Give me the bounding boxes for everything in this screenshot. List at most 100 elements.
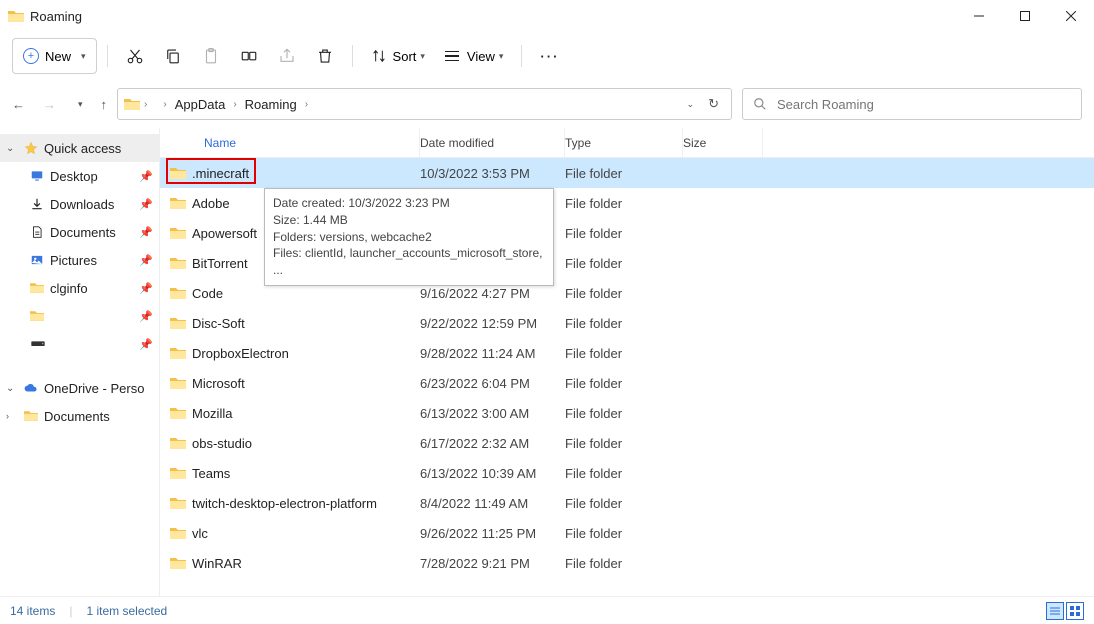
forward-button: → [43, 97, 56, 112]
pin-icon: 📌 [139, 338, 153, 351]
sidebar-item[interactable]: Documents📌 [0, 218, 159, 246]
table-row[interactable]: Disc-Soft9/22/2022 12:59 PMFile folder [160, 308, 1094, 338]
file-date: 6/13/2022 3:00 AM [420, 406, 565, 421]
sidebar-item-quick-access[interactable]: ⌄ Quick access [0, 134, 159, 162]
file-date: 6/23/2022 6:04 PM [420, 376, 565, 391]
chevron-right-icon: › [233, 99, 236, 110]
sidebar-item-label: Documents [50, 225, 116, 240]
file-name: BitTorrent [192, 256, 248, 271]
chevron-right-icon: › [305, 99, 308, 110]
file-date: 9/26/2022 11:25 PM [420, 526, 565, 541]
file-type: File folder [565, 346, 683, 361]
sidebar-item[interactable]: 📌 [0, 302, 159, 330]
table-row[interactable]: Microsoft6/23/2022 6:04 PMFile folder [160, 368, 1094, 398]
refresh-button[interactable]: ↻ [708, 96, 719, 112]
pin-icon: 📌 [139, 198, 153, 211]
file-type: File folder [565, 436, 683, 451]
file-type: File folder [565, 376, 683, 391]
sidebar-item[interactable]: clginfo 📌 [0, 274, 159, 302]
view-button[interactable]: View ▾ [437, 38, 511, 74]
up-button[interactable]: ↑ [101, 97, 108, 112]
close-button[interactable] [1048, 0, 1094, 32]
file-type: File folder [565, 226, 683, 241]
title-bar: Roaming [0, 0, 1094, 32]
delete-button[interactable] [308, 38, 342, 74]
table-row[interactable]: twitch-desktop-electron-platform 8/4/2022… [160, 488, 1094, 518]
sidebar-item[interactable]: Pictures📌 [0, 246, 159, 274]
file-type: File folder [565, 166, 683, 181]
folder-icon [170, 347, 186, 360]
column-header-size[interactable]: Size [683, 128, 763, 157]
history-dropdown[interactable]: ⌄ [687, 99, 695, 110]
status-selected: 1 item selected [86, 604, 167, 618]
table-row[interactable]: Mozilla6/13/2022 3:00 AMFile folder [160, 398, 1094, 428]
breadcrumb[interactable]: Roaming [241, 95, 301, 114]
folder-icon [30, 310, 44, 322]
tooltip-line: Date created: 10/3/2022 3:23 PM [273, 195, 545, 212]
file-name: Apowersoft [192, 226, 257, 241]
sidebar-item-documents[interactable]: › Documents [0, 402, 159, 430]
search-input[interactable] [777, 97, 1071, 112]
file-name: Teams [192, 466, 230, 481]
folder-icon [170, 557, 186, 570]
column-header-name[interactable]: Name [160, 128, 420, 157]
sidebar-item-onedrive[interactable]: ⌄ OneDrive - Perso [0, 374, 159, 402]
monitor-icon [30, 169, 44, 183]
folder-icon [124, 98, 140, 111]
file-date: 8/4/2022 11:49 AM [420, 496, 565, 511]
nav-row: ← → ▾ ↑ › › AppData › Roaming › ⌄ ↻ [0, 80, 1094, 128]
file-name: .minecraft [192, 166, 249, 181]
chevron-right-icon: › [163, 99, 166, 110]
status-bar: 14 items | 1 item selected [0, 596, 1094, 624]
sidebar-item[interactable]: Desktop📌 [0, 162, 159, 190]
folder-icon [170, 287, 186, 300]
column-header-date[interactable]: Date modified [420, 128, 565, 157]
sort-button[interactable]: Sort ▾ [363, 38, 433, 74]
table-row[interactable]: obs-studio6/17/2022 2:32 AMFile folder [160, 428, 1094, 458]
file-name: twitch-desktop-electron-platform [192, 496, 377, 511]
rename-button[interactable] [232, 38, 266, 74]
thumbnails-view-button[interactable] [1066, 602, 1084, 620]
folder-icon [170, 317, 186, 330]
folder-icon [170, 497, 186, 510]
breadcrumb[interactable]: AppData [171, 95, 230, 114]
back-button[interactable]: ← [12, 97, 25, 112]
file-name: Disc-Soft [192, 316, 245, 331]
table-row[interactable]: DropboxElectron9/28/2022 11:24 AMFile fo… [160, 338, 1094, 368]
file-type: File folder [565, 466, 683, 481]
table-row[interactable]: Teams6/13/2022 10:39 AMFile folder [160, 458, 1094, 488]
details-view-button[interactable] [1046, 602, 1064, 620]
folder-icon [170, 227, 186, 240]
maximize-button[interactable] [1002, 0, 1048, 32]
chevron-down-icon: ▾ [499, 51, 504, 62]
table-row[interactable]: vlc9/26/2022 11:25 PMFile folder [160, 518, 1094, 548]
folder-icon [170, 527, 186, 540]
chevron-down-icon: ⌄ [6, 383, 18, 394]
breadcrumb[interactable] [151, 102, 159, 106]
pin-icon: 📌 [139, 254, 153, 267]
folder-icon [24, 410, 38, 422]
folder-icon [170, 197, 186, 210]
minimize-button[interactable] [956, 0, 1002, 32]
column-header-type[interactable]: Type [565, 128, 683, 157]
sidebar-item[interactable]: 📌 [0, 330, 159, 358]
file-name: obs-studio [192, 436, 252, 451]
new-button[interactable]: + New ▾ [12, 38, 97, 74]
sidebar-item-label: clginfo [50, 281, 88, 296]
table-row[interactable]: WinRAR7/28/2022 9:21 PMFile folder [160, 548, 1094, 578]
address-bar[interactable]: › › AppData › Roaming › ⌄ ↻ [117, 88, 732, 120]
table-row[interactable]: .minecraft10/3/2022 3:53 PMFile folder [160, 158, 1094, 188]
pin-icon: 📌 [139, 282, 153, 295]
tooltip-line: Folders: versions, webcache2 [273, 229, 545, 246]
pin-icon: 📌 [139, 310, 153, 323]
sidebar-item-label: Downloads [50, 197, 114, 212]
search-box[interactable] [742, 88, 1082, 120]
cut-button[interactable] [118, 38, 152, 74]
star-icon [24, 141, 38, 155]
recent-locations-button[interactable]: ▾ [78, 99, 83, 110]
file-type: File folder [565, 256, 683, 271]
sidebar-item[interactable]: Downloads 📌 [0, 190, 159, 218]
more-button[interactable]: ··· [532, 38, 567, 74]
folder-icon [170, 167, 186, 180]
copy-button[interactable] [156, 38, 190, 74]
